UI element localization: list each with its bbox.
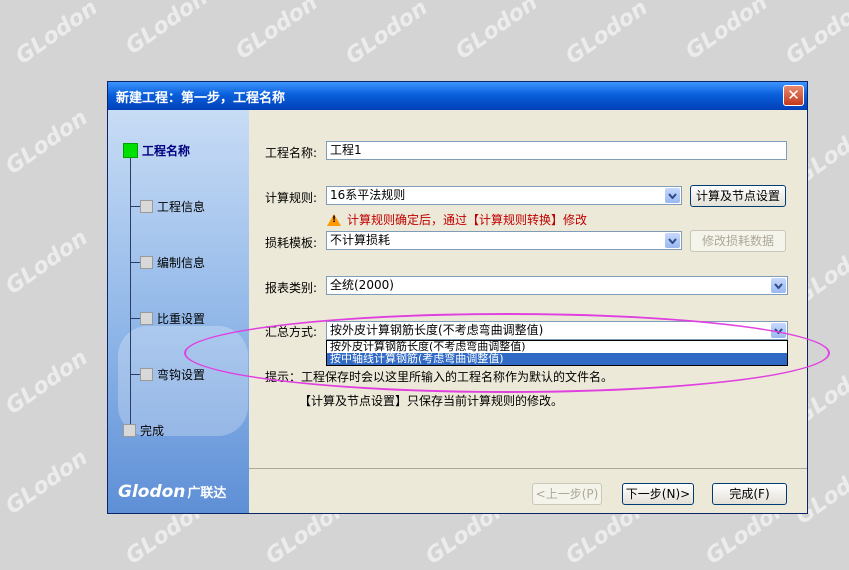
step-label: 工程信息: [157, 199, 206, 214]
calc-node-settings-button[interactable]: 计算及节点设置: [690, 185, 786, 207]
next-step-button[interactable]: 下一步(N)>: [622, 483, 694, 505]
watermark-text: GLodon: [231, 0, 323, 65]
dialog-title: 新建工程：第一步，工程名称: [116, 90, 286, 106]
step-label: 比重设置: [157, 311, 206, 326]
watermark-text: GLodon: [121, 0, 213, 60]
watermark-text: GLodon: [11, 0, 103, 70]
rule-select[interactable]: 16系平法规则: [326, 186, 682, 205]
watermark-text: GLodon: [1, 105, 93, 180]
hint-line-2: 【计算及节点设置】只保存当前计算规则的修改。: [299, 394, 564, 408]
report-type-select[interactable]: 全统(2000): [326, 276, 788, 295]
step-project-name: 工程名称: [123, 142, 190, 158]
watermark-text: GLodon: [341, 0, 433, 70]
step-label: 弯钩设置: [157, 367, 206, 382]
chevron-down-icon[interactable]: [771, 323, 786, 338]
rule-label: 计算规则:: [265, 191, 318, 205]
watermark-text: GLodon: [561, 0, 653, 70]
step-label: 编制信息: [157, 255, 206, 270]
project-name-input[interactable]: 工程1: [326, 141, 787, 160]
edit-loss-data-button[interactable]: 修改损耗数据: [690, 230, 786, 252]
step-marker: [140, 311, 153, 325]
step-weight-settings: 比重设置: [130, 310, 205, 326]
summary-dropdown-list: 按外皮计算钢筋长度(不考虑弯曲调整值) 按中轴线计算钢筋(考虑弯曲调整值): [326, 340, 788, 366]
chevron-down-icon[interactable]: [665, 233, 680, 248]
title-bar[interactable]: 新建工程：第一步，工程名称 ✕: [108, 82, 807, 110]
chevron-down-icon[interactable]: [771, 278, 786, 293]
report-label: 报表类别:: [265, 281, 318, 295]
hint-line-1: 提示：工程保存时会以这里所输入的工程名称作为默认的文件名。: [265, 370, 614, 384]
glodon-logo: Glodon 广联达: [118, 482, 226, 502]
step-marker: [140, 255, 153, 269]
rule-warning: 计算规则确定后，通过【计算规则转换】修改: [327, 211, 587, 228]
new-project-dialog: 新建工程：第一步，工程名称 ✕ 工程名称 工程信息 编制信息 比重设置 弯钩设置: [107, 81, 808, 514]
step-connector: [130, 373, 140, 375]
step-project-info: 工程信息: [130, 198, 205, 214]
step-label: 工程名称: [142, 143, 191, 158]
step-hook-settings: 弯钩设置: [130, 366, 205, 382]
step-compile-info: 编制信息: [130, 254, 205, 270]
brand-cn: 广联达: [187, 486, 227, 501]
chevron-down-icon[interactable]: [665, 188, 680, 203]
step-connector: [130, 205, 140, 207]
summary-label: 汇总方式:: [265, 325, 318, 339]
wizard-content: 工程名称: 工程1 计算规则: 16系平法规则 计算及节点设置 计算规则确定后，…: [249, 110, 807, 513]
summary-method-select[interactable]: 按外皮计算钢筋长度(不考虑弯曲调整值): [326, 321, 788, 340]
loss-label: 损耗模板:: [265, 236, 318, 250]
watermark-text: GLodon: [451, 0, 543, 65]
finish-button[interactable]: 完成(F): [712, 483, 787, 505]
summary-option-center-axis[interactable]: 按中轴线计算钢筋(考虑弯曲调整值): [327, 353, 787, 365]
step-marker: [123, 142, 138, 158]
rule-warning-text: 计算规则确定后，通过【计算规则转换】修改: [347, 213, 588, 227]
watermark-text: GLodon: [1, 225, 93, 300]
step-connector: [130, 261, 140, 263]
watermark-text: GLodon: [1, 345, 93, 420]
footer-divider: [249, 468, 807, 469]
watermark-text: GLodon: [1, 445, 93, 520]
wizard-sidebar: 工程名称 工程信息 编制信息 比重设置 弯钩设置 完成 Glodon 广联达: [108, 110, 249, 513]
prev-step-button[interactable]: <上一步(P): [532, 483, 602, 505]
step-marker: [123, 423, 136, 437]
loss-select-value: 不计算损耗: [330, 233, 391, 247]
brand-en: Glodon: [118, 482, 186, 502]
step-label: 完成: [140, 423, 165, 438]
watermark-text: GLodon: [781, 0, 849, 70]
step-connector: [130, 317, 140, 319]
loss-template-select[interactable]: 不计算损耗: [326, 231, 682, 250]
step-finish: 完成: [123, 422, 164, 438]
rule-select-value: 16系平法规则: [330, 188, 406, 202]
watermark-text: GLodon: [681, 0, 773, 65]
step-marker: [140, 367, 153, 381]
step-marker: [140, 199, 153, 213]
summary-select-value: 按外皮计算钢筋长度(不考虑弯曲调整值): [330, 323, 544, 337]
warning-icon: [327, 213, 341, 226]
close-button[interactable]: ✕: [783, 85, 804, 106]
project-name-label: 工程名称:: [265, 146, 318, 160]
step-track-line: [130, 150, 131, 430]
report-select-value: 全统(2000): [330, 278, 394, 292]
